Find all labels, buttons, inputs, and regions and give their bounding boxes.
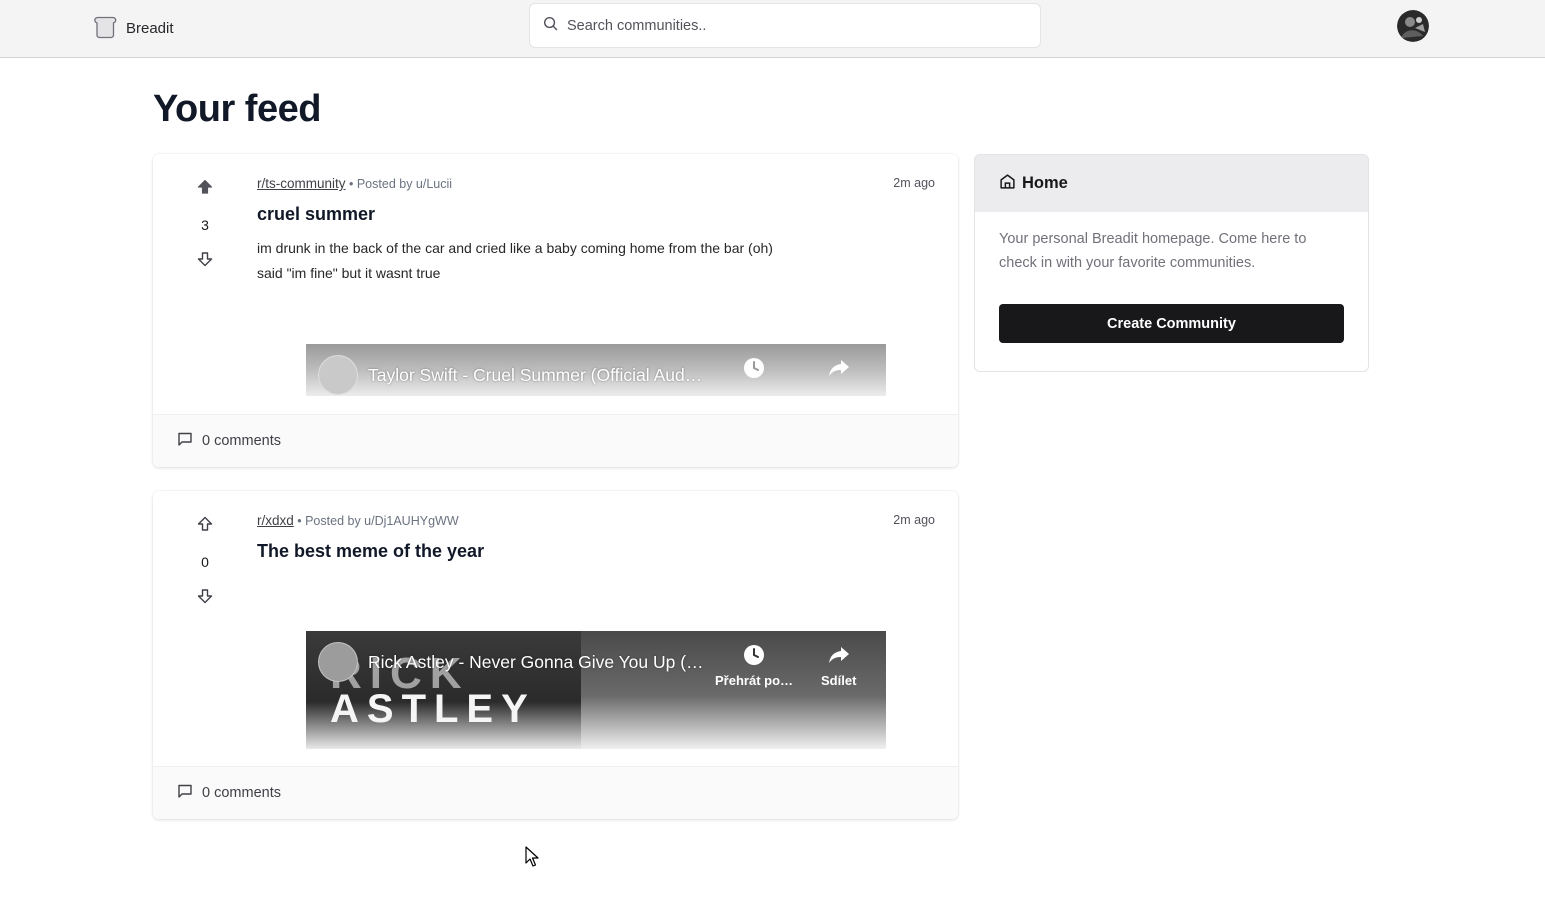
post-time: 2m ago [893,513,935,527]
posted-by: • Posted by u/Lucii [349,177,453,191]
bread-icon [92,13,118,44]
youtube-embed[interactable]: RICK ASTLEY Rick Astley - Never Gonna Gi… [306,631,886,749]
vote-count: 3 [201,217,209,233]
post-body-line: im drunk in the back of the car and crie… [257,240,773,256]
downvote-button[interactable] [191,250,219,272]
arrow-big-up-icon [197,179,213,200]
message-square-icon [177,783,193,803]
clock-icon [743,357,765,382]
app-name: Breadit [126,20,174,37]
post-body-line: said "im fine" but it wasnt true [257,265,441,281]
video-title[interactable]: Rick Astley - Never Gonna Give You Up (… [368,652,704,673]
posted-by: • Posted by u/Dj1AUHYgWW [297,514,459,528]
share-icon [828,357,850,382]
downvote-button[interactable] [191,587,219,609]
youtube-embed[interactable]: Taylor Swift - Cruel Summer (Official Au… [306,344,886,396]
post-card: 0 r/xdxd • Posted by u/Dj1AUHYgWW 2m ago… [153,491,958,819]
vote-panel: 0 [189,515,221,609]
post-card: 3 r/ts-community • Posted by u/Lucii 2m … [153,154,958,467]
post-meta: r/ts-community • Posted by u/Lucii [257,176,452,191]
sidebar-description: Your personal Breadit homepage. Come her… [999,231,1307,271]
comments-link[interactable]: 0 comments [153,414,958,467]
user-avatar[interactable] [1397,10,1429,42]
vote-panel: 3 [189,178,221,272]
post-body: im drunk in the back of the car and crie… [257,236,773,286]
comment-count: 0 comments [202,433,281,449]
post-time: 2m ago [893,176,935,190]
vote-count: 0 [201,554,209,570]
create-community-button[interactable]: Create Community [999,304,1344,343]
top-navbar: Breadit [0,0,1545,58]
post-title[interactable]: The best meme of the year [257,541,484,562]
message-square-icon [177,431,193,451]
subreddit-link[interactable]: r/xdxd [257,513,294,528]
search-icon [543,16,558,36]
arrow-big-up-icon [197,516,213,537]
arrow-big-down-icon [197,251,213,272]
clock-icon [743,644,765,669]
page-title: Your feed [153,88,321,130]
channel-avatar [318,642,358,682]
thumbnail-text: ASTLEY [330,687,536,731]
search-box[interactable] [529,3,1041,48]
share-button[interactable] [828,357,850,382]
comment-count: 0 comments [202,785,281,801]
share-icon [828,644,850,669]
post-meta: r/xdxd • Posted by u/Dj1AUHYgWW [257,513,459,528]
home-sidebar: Home Your personal Breadit homepage. Com… [974,154,1369,372]
channel-avatar [318,355,358,395]
upvote-button[interactable] [191,178,219,200]
share-button[interactable]: Sdílet [821,644,856,688]
sidebar-title: Home [1022,174,1068,192]
arrow-big-down-icon [197,588,213,609]
mouse-cursor-icon [525,846,539,873]
upvote-button[interactable] [191,515,219,537]
watch-later-button[interactable]: Přehrát po… [715,644,793,688]
share-label: Sdílet [821,673,857,688]
search-input[interactable] [567,17,1007,34]
home-logo-link[interactable]: Breadit [92,13,174,44]
sidebar-header: Home [975,155,1368,212]
subreddit-link[interactable]: r/ts-community [257,176,346,191]
video-title[interactable]: Taylor Swift - Cruel Summer (Official Au… [368,365,702,386]
watch-later-button[interactable] [743,357,765,382]
watch-later-label: Přehrát po… [715,673,794,688]
comments-link[interactable]: 0 comments [153,766,958,819]
post-title[interactable]: cruel summer [257,204,375,225]
home-icon [999,173,1016,195]
